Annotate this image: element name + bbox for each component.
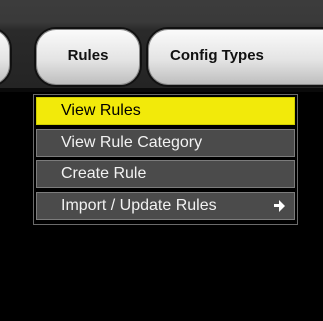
tab-config-types-label: Config Types — [170, 47, 264, 64]
menu-item-label: View Rules — [61, 102, 141, 119]
tab-config-types[interactable]: Config Types — [146, 27, 323, 87]
submenu-arrow-icon — [274, 200, 286, 212]
tab-rules-label: Rules — [67, 47, 109, 64]
rules-dropdown-menu: View Rules View Rule Category Create Rul… — [33, 94, 298, 225]
menu-item-label: View Rule Category — [61, 134, 203, 151]
tab-bar-divider — [0, 88, 323, 92]
top-tab-bar: Rules Config Types — [0, 0, 323, 92]
menu-item-label: Import / Update Rules — [61, 197, 217, 214]
menu-item-create-rule[interactable]: Create Rule — [36, 160, 295, 188]
tab-partial-left[interactable] — [0, 27, 12, 87]
menu-item-view-rules[interactable]: View Rules — [36, 97, 295, 125]
menu-item-import-update-rules[interactable]: Import / Update Rules — [36, 192, 295, 220]
menu-item-view-rule-category[interactable]: View Rule Category — [36, 129, 295, 157]
tab-rules[interactable]: Rules — [34, 27, 142, 87]
menu-item-label: Create Rule — [61, 165, 147, 182]
